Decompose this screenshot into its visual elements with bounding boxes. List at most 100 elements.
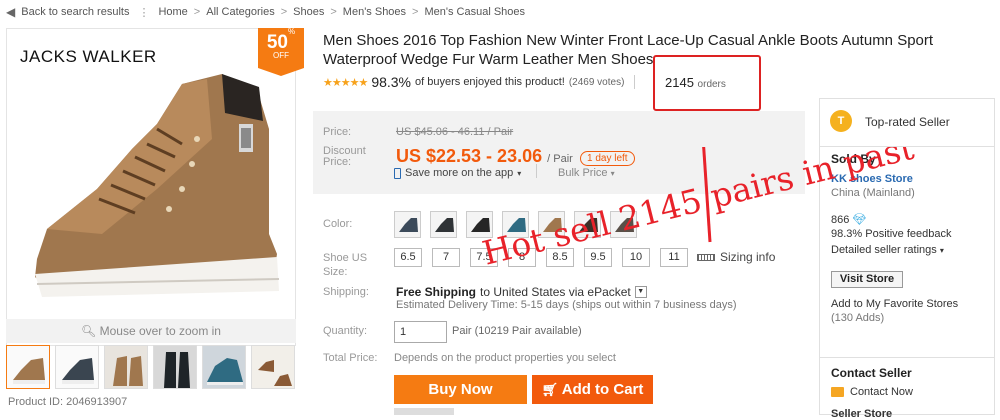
divider xyxy=(819,357,995,358)
thumbnail-2[interactable] xyxy=(55,345,99,389)
color-swatch-3[interactable] xyxy=(466,211,493,238)
crumb-separator: > xyxy=(193,6,201,18)
score-value: 866 xyxy=(831,213,850,226)
crumb-separator: > xyxy=(412,6,419,18)
envelope-icon xyxy=(831,387,844,397)
size-option[interactable]: 9.5 xyxy=(584,248,612,267)
visit-store-button[interactable]: Visit Store xyxy=(831,271,903,288)
shipping-method: Free Shipping to United States via ePack… xyxy=(396,285,647,299)
back-to-search-link[interactable]: Back to search results xyxy=(21,6,129,18)
divider xyxy=(536,164,537,178)
thumbnail-strip xyxy=(6,345,295,389)
size-option[interactable]: 8 xyxy=(508,248,536,267)
discount-badge: 50% OFF xyxy=(258,28,304,76)
cut-off-element xyxy=(394,408,454,415)
vertical-dots-icon: ⋮ xyxy=(138,6,150,19)
crumb-separator: > xyxy=(280,6,288,18)
add-to-cart-label: Add to Cart xyxy=(561,381,644,398)
color-label: Color: xyxy=(323,218,353,230)
thumbnail-3[interactable] xyxy=(104,345,148,389)
original-price: US $45.06 - 46.11 / Pair xyxy=(396,126,514,138)
quantity-label: Quantity: xyxy=(323,325,368,337)
per-unit: / Pair xyxy=(547,153,573,165)
sizing-info-link[interactable]: Sizing info xyxy=(697,250,775,264)
store-location: China (Mainland) xyxy=(831,187,915,199)
mobile-deal-link[interactable]: Save more on the app ▾ xyxy=(394,167,521,179)
chevron-down-icon: ▾ xyxy=(517,168,522,178)
back-arrow-icon[interactable]: ◀ xyxy=(6,5,15,19)
store-name-link[interactable]: KK shoes Store xyxy=(831,173,913,185)
ship-destination: to United States via ePacket xyxy=(480,285,631,299)
color-swatch-7[interactable] xyxy=(610,211,637,238)
size-options: 6.5 7 7.5 8 8.5 9.5 10 11 xyxy=(394,248,688,267)
crumb-all-categories[interactable]: All Categories xyxy=(206,6,274,18)
delivery-time: Estimated Delivery Time: 5-15 days (ship… xyxy=(396,299,737,311)
crumb-mens-shoes[interactable]: Men's Shoes xyxy=(343,6,406,18)
contact-seller-heading: Contact Seller xyxy=(831,366,912,380)
crumb-home[interactable]: Home xyxy=(158,6,187,18)
mobile-deal-text: Save more on the app xyxy=(405,167,514,179)
detailed-ratings-link[interactable]: Detailed seller ratings ▾ xyxy=(831,244,944,256)
free-shipping: Free Shipping xyxy=(396,285,477,299)
buyer-text: of buyers enjoyed this product! xyxy=(415,76,565,88)
breadcrumb: ◀ Back to search results ⋮ Home > All Ca… xyxy=(6,5,525,19)
color-swatch-5[interactable] xyxy=(538,211,565,238)
color-swatches xyxy=(394,211,637,238)
cut-off-text: Seller Store xyxy=(831,408,893,420)
bulk-price-link[interactable]: Bulk Price ▾ xyxy=(558,167,615,179)
color-swatch-2[interactable] xyxy=(430,211,457,238)
positive-pct: 98.3% xyxy=(831,228,863,240)
quantity-input[interactable]: 1 xyxy=(394,321,447,343)
size-option[interactable]: 10 xyxy=(622,248,650,267)
total-price-value: Depends on the product properties you se… xyxy=(394,352,616,364)
product-id: Product ID: 2046913907 xyxy=(8,396,128,408)
add-favorite-store-link[interactable]: Add to My Favorite Stores xyxy=(831,298,958,310)
size-option[interactable]: 11 xyxy=(660,248,688,267)
size-option[interactable]: 6.5 xyxy=(394,248,422,267)
magnifier-icon: 🔍︎ xyxy=(81,324,97,338)
medal-icon: T xyxy=(830,110,852,132)
product-title: Men Shoes 2016 Top Fashion New Winter Fr… xyxy=(323,32,934,68)
total-price-label: Total Price: xyxy=(323,352,378,364)
positive-feedback: 98.3% Positive feedback xyxy=(831,228,951,240)
phone-icon xyxy=(394,167,401,179)
days-left-badge: 1 day left xyxy=(580,151,635,166)
ruler-icon xyxy=(697,253,715,261)
crumb-shoes[interactable]: Shoes xyxy=(293,6,324,18)
shipping-label: Shipping: xyxy=(323,286,369,298)
sold-by-heading: Sold By xyxy=(831,152,876,166)
size-option[interactable]: 7 xyxy=(432,248,460,267)
zoom-hint-text: Mouse over to zoom in xyxy=(99,324,221,338)
shipping-dropdown-icon[interactable]: ▼ xyxy=(634,286,647,298)
detailed-ratings-text: Detailed seller ratings xyxy=(831,244,937,256)
color-swatch-1[interactable] xyxy=(394,211,421,238)
size-option[interactable]: 8.5 xyxy=(546,248,574,267)
crumb-mens-casual-shoes[interactable]: Men's Casual Shoes xyxy=(424,6,525,18)
divider xyxy=(634,75,636,89)
contact-now-text: Contact Now xyxy=(850,386,913,398)
size-option[interactable]: 7.5 xyxy=(470,248,498,267)
add-to-cart-button[interactable]: 🛒︎ Add to Cart xyxy=(532,375,653,404)
favorite-count: (130 Adds) xyxy=(831,312,885,324)
thumbnail-1[interactable] xyxy=(6,345,50,389)
sizing-info-text: Sizing info xyxy=(720,250,776,264)
zoom-hint: 🔍︎ Mouse over to zoom in xyxy=(6,319,296,343)
divider xyxy=(819,146,995,147)
price-label: Price: xyxy=(323,126,352,138)
product-main-image[interactable] xyxy=(6,28,296,346)
seller-score: 866 💎︎ xyxy=(831,213,867,227)
color-swatch-4[interactable] xyxy=(502,211,529,238)
contact-now-link[interactable]: Contact Now xyxy=(831,386,913,398)
diamond-icon: 💎︎ xyxy=(852,214,867,226)
brand-watermark: JACKS WALKER xyxy=(20,47,157,66)
color-swatch-6[interactable] xyxy=(574,211,601,238)
thumbnail-4[interactable] xyxy=(153,345,197,389)
discount-price-label: Discount Price: xyxy=(323,145,366,168)
vote-count[interactable]: (2469 votes) xyxy=(569,77,625,88)
chevron-down-icon: ▾ xyxy=(939,246,944,255)
cart-icon: 🛒︎ xyxy=(541,382,559,397)
buy-now-button[interactable]: Buy Now xyxy=(394,375,527,404)
current-price: US $22.53 - 23.06 / Pair xyxy=(396,146,573,167)
thumbnail-6[interactable] xyxy=(251,345,295,389)
thumbnail-5[interactable] xyxy=(202,345,246,389)
